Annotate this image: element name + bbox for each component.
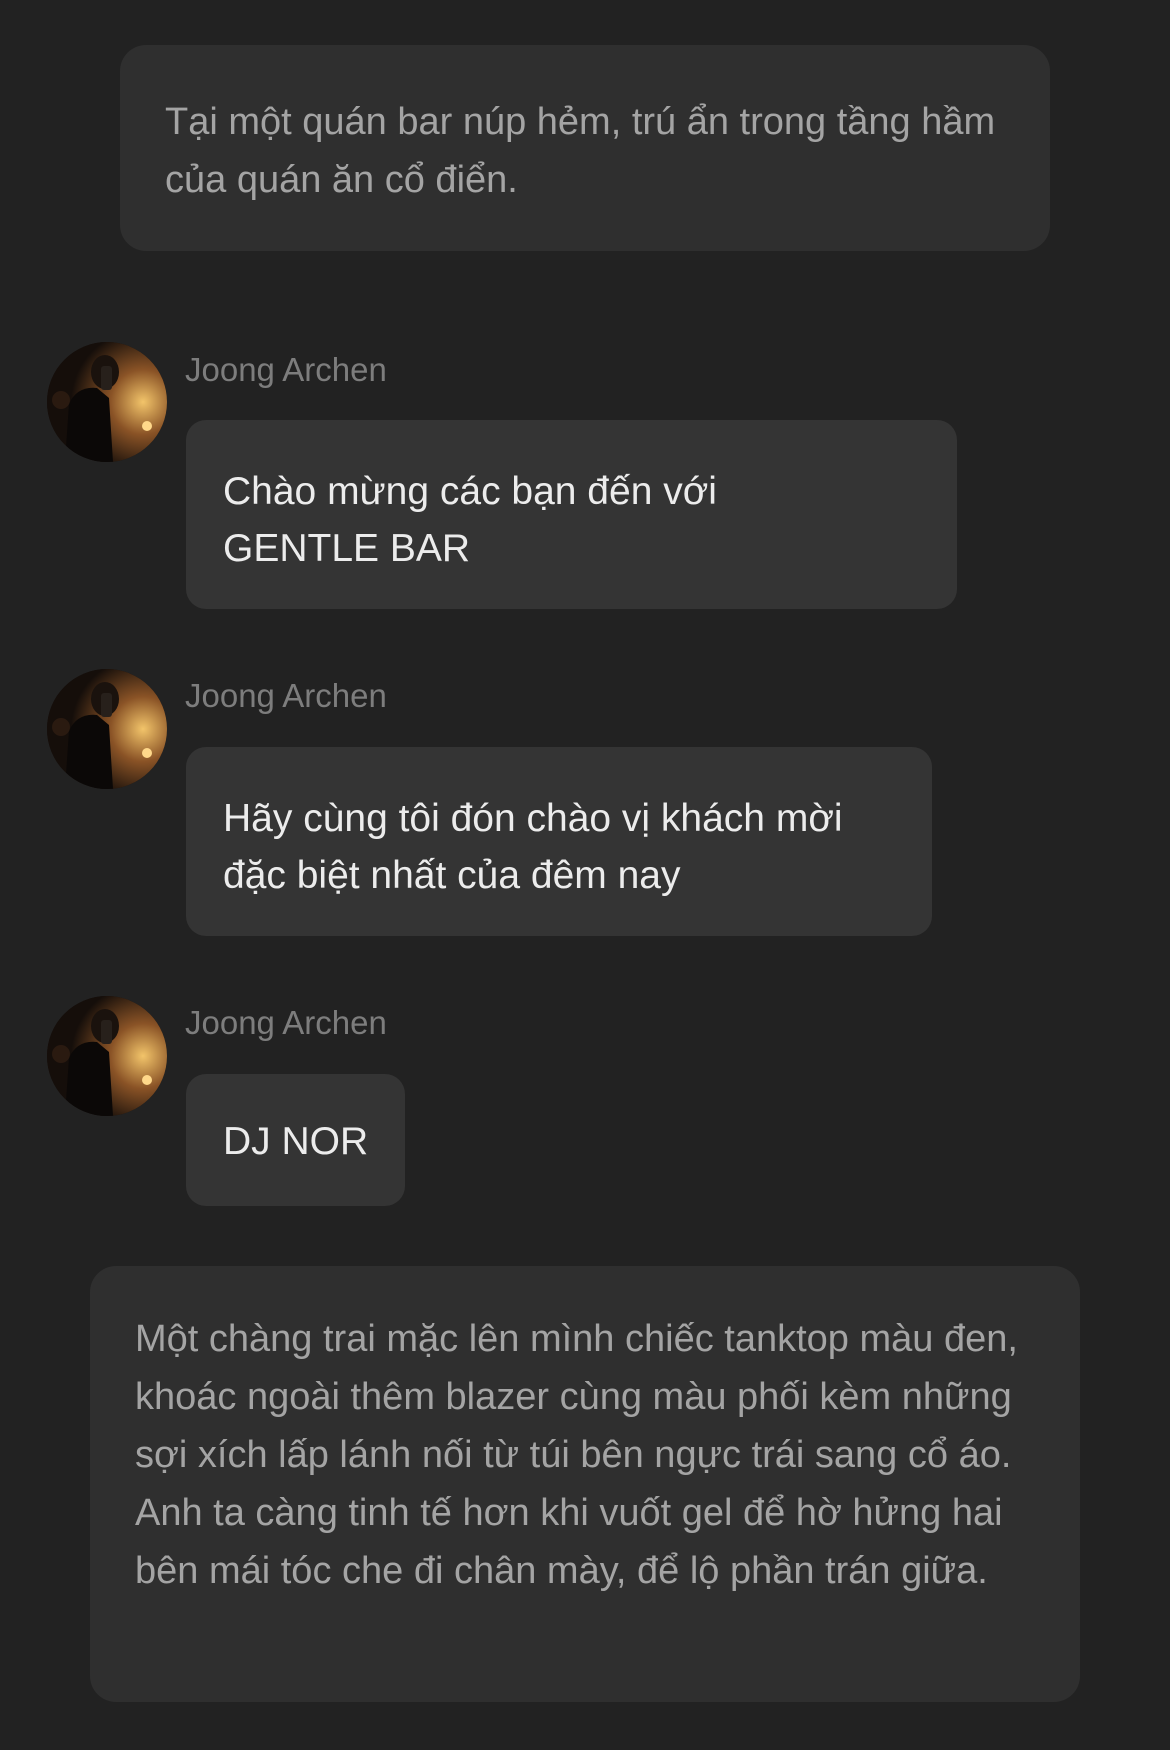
- avatar[interactable]: [47, 342, 167, 462]
- message-bubble[interactable]: Chào mừng các bạn đến với GENTLE BAR: [186, 420, 957, 609]
- message-line: DJ NOR: [223, 1120, 369, 1163]
- avatar[interactable]: [47, 996, 167, 1116]
- message-line: Chào mừng các bạn đến với: [223, 470, 717, 513]
- narration-text: Một chàng trai mặc lên mình chiếc tankto…: [135, 1318, 1018, 1592]
- message-line: Hãy cùng tôi đón chào vị khách mời: [223, 797, 843, 840]
- sender-name: Joong Archen: [185, 1004, 387, 1041]
- message-bubble[interactable]: Hãy cùng tôi đón chào vị khách mời đặc b…: [186, 747, 932, 936]
- narration-card: Một chàng trai mặc lên mình chiếc tankto…: [90, 1266, 1080, 1702]
- sender-name: Joong Archen: [185, 351, 387, 388]
- narration-card: Tại một quán bar núp hẻm, trú ẩn trong t…: [120, 45, 1050, 251]
- message-line: đặc biệt nhất của đêm nay: [223, 854, 681, 897]
- message-line: GENTLE BAR: [223, 527, 471, 570]
- narration-text: Tại một quán bar núp hẻm, trú ẩn trong t…: [165, 101, 996, 201]
- sender-name: Joong Archen: [185, 677, 387, 714]
- avatar[interactable]: [47, 669, 167, 789]
- message-bubble[interactable]: DJ NOR: [186, 1074, 405, 1206]
